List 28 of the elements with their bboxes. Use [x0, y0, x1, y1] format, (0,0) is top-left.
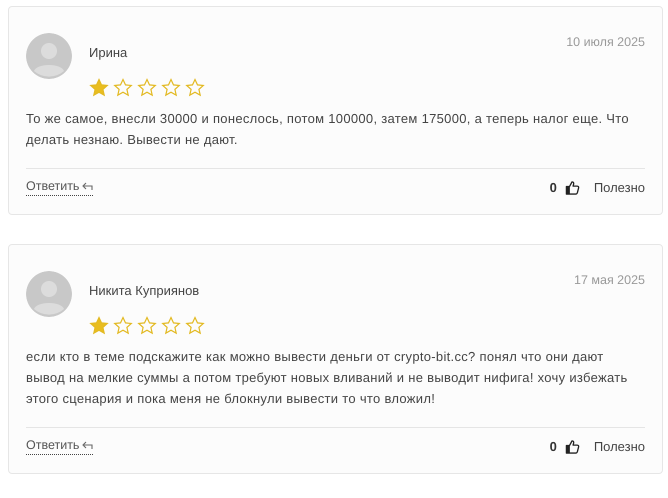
filled-star-icon [89, 78, 109, 98]
empty-star-icon [161, 316, 181, 336]
like-count: 0 [550, 439, 557, 454]
helpful-button[interactable]: Полезно [594, 439, 645, 454]
avatar-icon [26, 271, 72, 317]
avatar-icon [26, 33, 72, 79]
empty-star-icon [137, 316, 157, 336]
author-name: Ирина [89, 45, 128, 60]
like-count: 0 [550, 180, 557, 195]
reply-link[interactable]: Ответить [26, 179, 94, 196]
review-text: если кто в теме подскажите как можно вывести деньги от crypto-bit.cc? понял что они дают вывод на мелкие суммы а потом требуют новых вливаний и не выводит нифига! хочу избежать этого сценария и пока меня не блокнули вывести то что вложил! [26, 348, 629, 408]
author-name: Никита Куприянов [89, 283, 200, 298]
thumbs-up-icon[interactable] [564, 439, 580, 454]
review-date: 17 мая 2025 [574, 273, 645, 287]
reply-arrow-icon[interactable] [82, 440, 94, 450]
empty-star-icon [185, 316, 205, 336]
empty-star-icon [113, 78, 133, 98]
review-text: То же самое, внесли 30000 и понеслось, потом 100000, затем 175000, а теперь налог еще. Что делать незнаю. Вывести не дают. [26, 110, 630, 149]
thumbs-up-icon[interactable] [564, 180, 580, 195]
helpful-button[interactable]: Полезно [594, 180, 645, 195]
review-date: 10 июля 2025 [566, 35, 645, 49]
empty-star-icon [113, 316, 133, 336]
reply-arrow-icon[interactable] [82, 182, 94, 190]
filled-star-icon [89, 316, 109, 336]
reply-link[interactable]: Ответить [26, 438, 94, 455]
empty-star-icon [161, 78, 181, 98]
empty-star-icon [137, 78, 157, 98]
empty-star-icon [185, 78, 205, 98]
